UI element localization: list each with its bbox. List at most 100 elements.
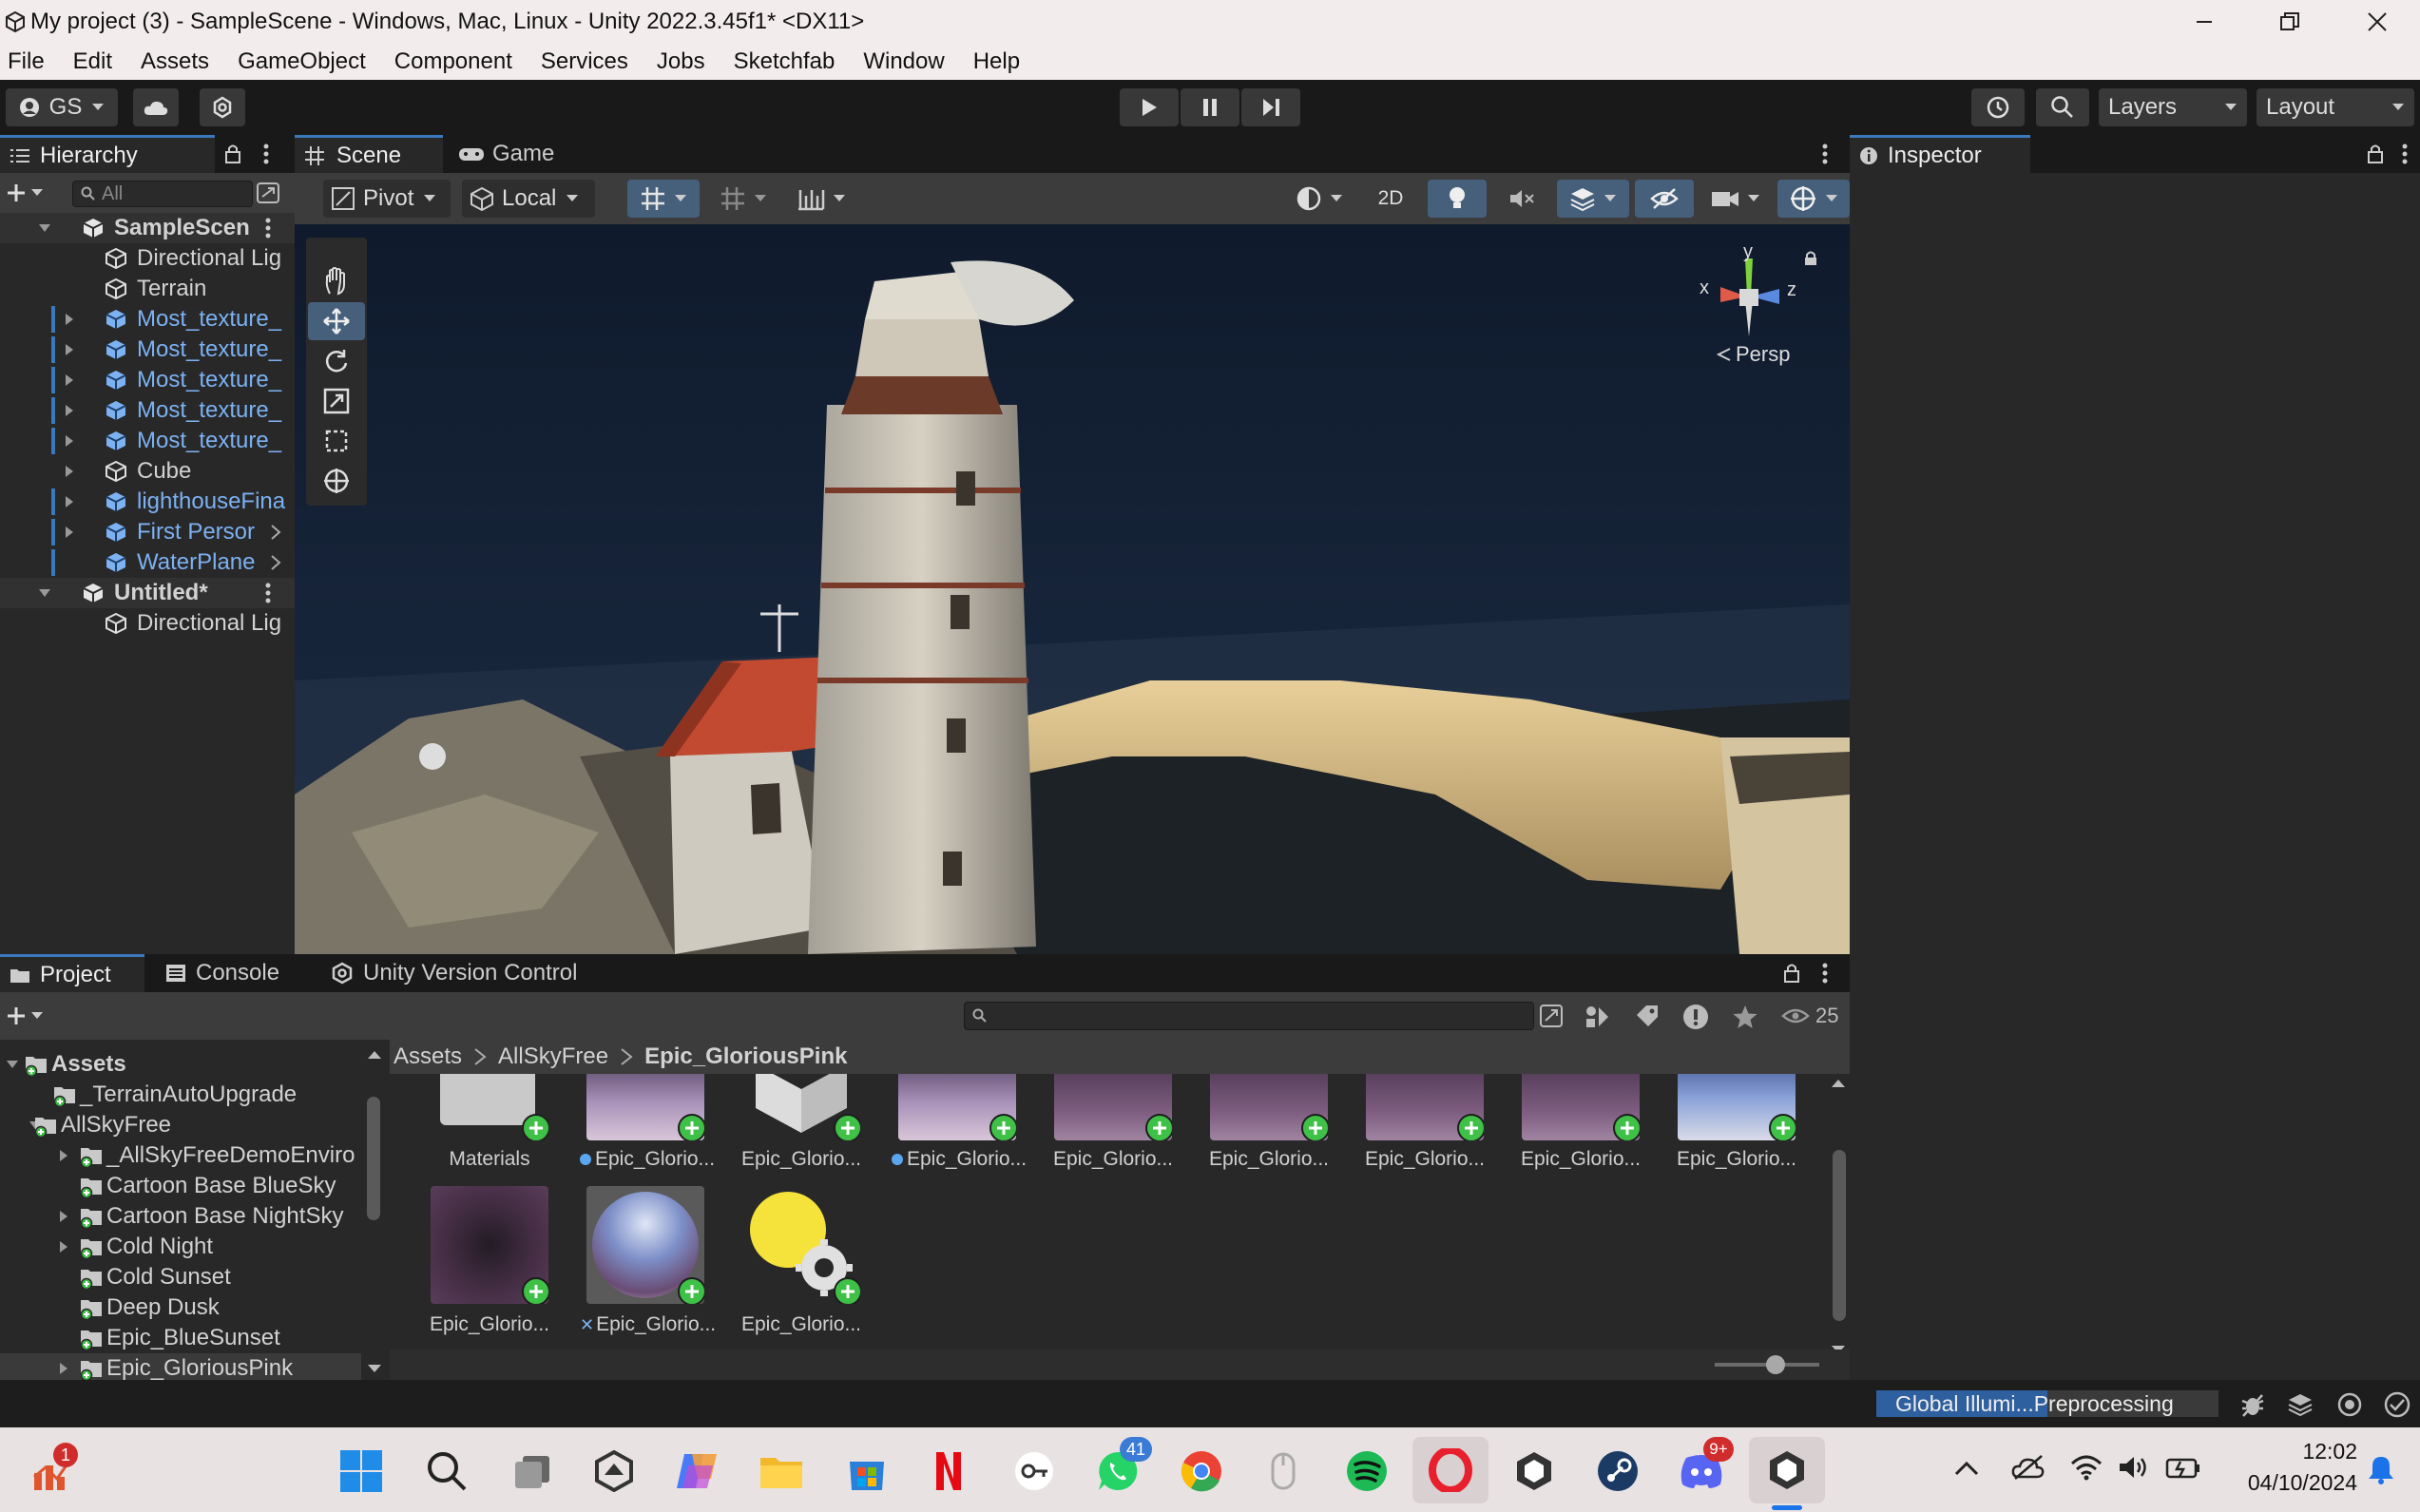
breadcrumb-assets[interactable]: Assets xyxy=(394,1043,462,1070)
menu-window[interactable]: Window xyxy=(855,44,957,80)
breadcrumb-allskyfree[interactable]: AllSkyFree xyxy=(498,1043,608,1070)
expand-closed-icon[interactable] xyxy=(63,373,76,387)
lock-icon[interactable] xyxy=(224,144,241,164)
folder-tree-item[interactable]: AllSkyFree xyxy=(0,1110,361,1140)
folder-tree-item[interactable]: Assets xyxy=(0,1049,361,1080)
search-button[interactable] xyxy=(2036,88,2089,126)
spotify-button[interactable] xyxy=(1340,1445,1393,1498)
lighting-toggle[interactable] xyxy=(1428,180,1487,218)
audio-toggle[interactable] xyxy=(1492,180,1551,218)
asset-materials-folder[interactable]: Materials xyxy=(418,1074,561,1171)
breadcrumb-current[interactable]: Epic_GloriousPink xyxy=(644,1043,847,1070)
layers-status-icon[interactable] xyxy=(2287,1391,2314,1418)
hierarchy-item[interactable]: Directional Lig xyxy=(0,608,295,639)
chevron-right-icon[interactable] xyxy=(270,555,281,570)
favorite-star-icon[interactable] xyxy=(1732,1004,1758,1030)
hierarchy-scene-row[interactable]: SampleScen xyxy=(0,213,295,243)
hierarchy-item[interactable]: Most_texture_ xyxy=(0,365,295,395)
expand-closed-icon[interactable] xyxy=(57,1149,70,1162)
battery-icon[interactable] xyxy=(2165,1454,2201,1481)
grid-snap-toggle[interactable] xyxy=(627,180,700,218)
onedrive-icon[interactable] xyxy=(2011,1454,2045,1481)
gizmo-lock-icon[interactable] xyxy=(1804,251,1817,266)
asset-epic-6[interactable]: Epic_Glorio... xyxy=(1354,1074,1496,1171)
more-options-icon[interactable] xyxy=(264,217,272,239)
folder-tree-item[interactable]: Cold Sunset xyxy=(0,1262,361,1292)
lighting-status-icon[interactable] xyxy=(2336,1391,2363,1418)
menu-gameobject[interactable]: GameObject xyxy=(230,44,379,80)
expand-closed-icon[interactable] xyxy=(63,495,76,508)
search-options-icon[interactable] xyxy=(257,182,279,203)
expand-closed-icon[interactable] xyxy=(63,343,76,356)
projection-toggle[interactable]: Persp xyxy=(1717,342,1790,367)
asset-epic-4[interactable]: Epic_Glorio... xyxy=(1042,1074,1184,1171)
orientation-gizmo[interactable]: y x z Persp xyxy=(1663,241,1834,384)
more-options-icon[interactable] xyxy=(1821,143,1829,165)
close-button[interactable] xyxy=(2334,0,2420,44)
asset-epic-11[interactable]: Epic_Glorio... xyxy=(730,1186,873,1336)
whatsapp-button[interactable]: 41 xyxy=(1091,1437,1152,1498)
notification-bell-icon[interactable] xyxy=(2367,1454,2395,1484)
menu-jobs[interactable]: Jobs xyxy=(649,44,719,80)
hierarchy-search-input[interactable]: All xyxy=(72,181,253,207)
cloud-button[interactable] xyxy=(133,88,179,126)
folder-tree-item[interactable]: Cold Night xyxy=(0,1232,361,1262)
hand-tool[interactable] xyxy=(308,262,365,300)
hidden-objects-toggle[interactable] xyxy=(1635,180,1694,218)
restore-button[interactable] xyxy=(2247,0,2333,44)
search-options-icon[interactable] xyxy=(1540,1005,1563,1027)
expand-closed-icon[interactable] xyxy=(63,313,76,326)
folder-tree-item[interactable]: Cartoon Base NightSky xyxy=(0,1201,361,1232)
hierarchy-scene-row[interactable]: Untitled* xyxy=(0,578,295,608)
asset-epic-1[interactable]: Epic_Glorio... xyxy=(574,1074,717,1171)
asset-grid-scrollbar[interactable] xyxy=(1827,1074,1850,1359)
scene-viewport[interactable]: y x z Persp xyxy=(295,224,1850,954)
hierarchy-item[interactable]: Most_texture_ xyxy=(0,304,295,335)
expand-closed-icon[interactable] xyxy=(57,1362,70,1375)
progress-bar[interactable]: Global Illumi...Preprocessing xyxy=(1876,1390,2218,1417)
scale-tool[interactable] xyxy=(308,382,365,420)
tab-hierarchy[interactable]: Hierarchy xyxy=(0,135,215,173)
hierarchy-item[interactable]: Directional Lig xyxy=(0,243,295,274)
expand-closed-icon[interactable] xyxy=(63,434,76,448)
shading-mode-dropdown[interactable] xyxy=(1283,180,1355,218)
menu-component[interactable]: Component xyxy=(387,44,526,80)
project-search-input[interactable] xyxy=(964,1002,1534,1030)
menu-file[interactable]: File xyxy=(0,44,58,80)
lock-icon[interactable] xyxy=(1783,963,1800,984)
search-taskbar-button[interactable] xyxy=(420,1445,473,1498)
gizmos-dropdown[interactable] xyxy=(1777,180,1850,218)
expand-closed-icon[interactable] xyxy=(63,404,76,417)
task-view-button[interactable] xyxy=(506,1445,559,1498)
chrome-button[interactable] xyxy=(1175,1445,1228,1498)
volume-icon[interactable] xyxy=(2118,1454,2150,1481)
filter-label-icon[interactable] xyxy=(1635,1004,1660,1028)
warning-filter-icon[interactable] xyxy=(1682,1004,1709,1030)
tab-inspector[interactable]: Inspector xyxy=(1850,135,2030,173)
asset-grid-scroll-thumb[interactable] xyxy=(1833,1150,1846,1321)
chevron-right-icon[interactable] xyxy=(270,525,281,540)
debug-icon[interactable] xyxy=(2239,1391,2266,1418)
unity-active-button[interactable] xyxy=(1749,1437,1825,1503)
zoom-slider-handle[interactable] xyxy=(1766,1355,1785,1374)
menu-services[interactable]: Services xyxy=(533,44,642,80)
grid-visibility-toggle[interactable] xyxy=(707,180,779,218)
hierarchy-item[interactable]: lighthouseFina xyxy=(0,487,295,517)
folder-tree-item[interactable]: _TerrainAutoUpgrade xyxy=(0,1080,361,1110)
pivot-dropdown[interactable]: Pivot xyxy=(323,180,451,218)
clock[interactable]: 12:02 04/10/2024 xyxy=(2215,1439,2357,1496)
history-button[interactable] xyxy=(1971,88,2025,126)
hierarchy-item[interactable]: WaterPlane xyxy=(0,547,295,578)
tab-scene[interactable]: Scene xyxy=(295,135,443,173)
increment-snap-toggle[interactable] xyxy=(785,180,857,218)
asset-epic-3[interactable]: Epic_Glorio... xyxy=(886,1074,1028,1171)
account-dropdown[interactable]: GS xyxy=(6,88,118,126)
menu-help[interactable]: Help xyxy=(966,44,1033,80)
store-button[interactable] xyxy=(840,1445,893,1498)
transform-tool[interactable] xyxy=(308,462,365,500)
folder-tree-scrollbar[interactable] xyxy=(363,1040,386,1380)
hierarchy-item[interactable]: Most_texture_ xyxy=(0,335,295,365)
rotate-tool[interactable] xyxy=(308,342,365,380)
asset-epic-5[interactable]: Epic_Glorio... xyxy=(1198,1074,1340,1171)
asset-epic-8[interactable]: Epic_Glorio... xyxy=(1665,1074,1808,1171)
